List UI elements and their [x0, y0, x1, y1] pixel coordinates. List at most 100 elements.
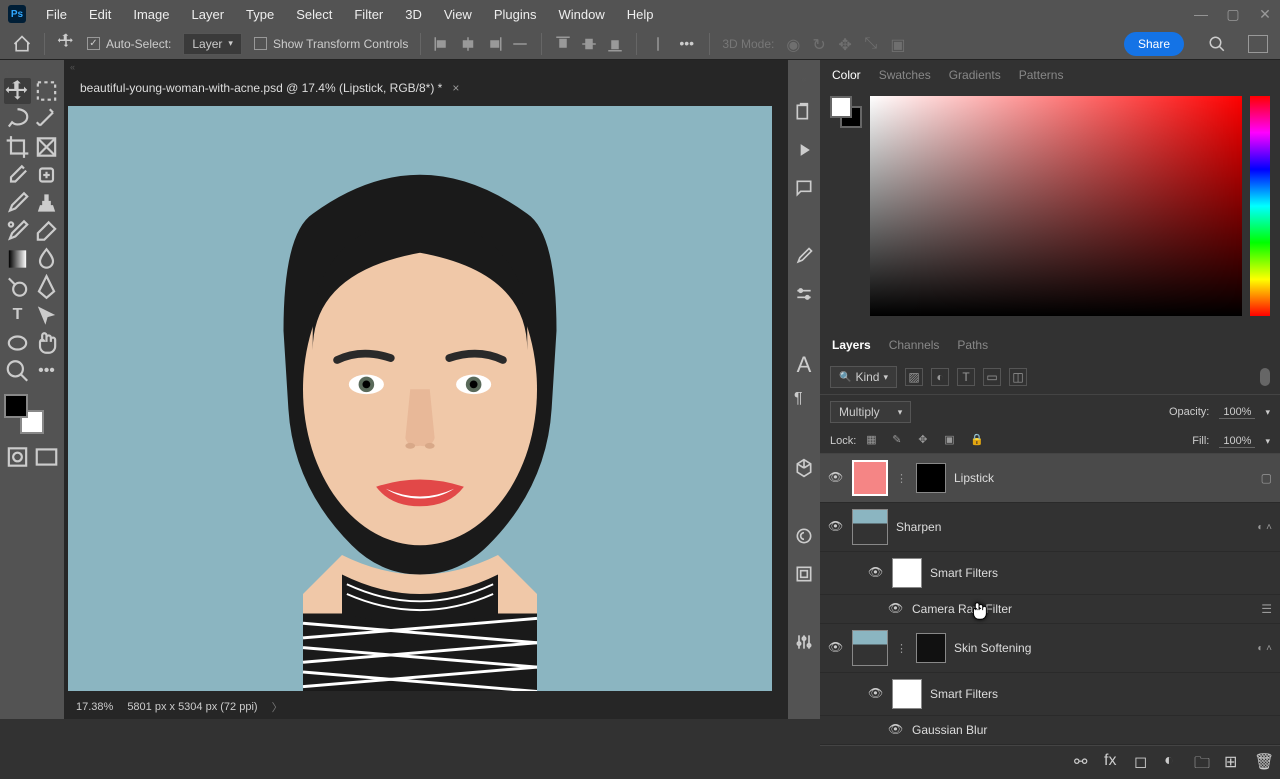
align-middle-v-icon[interactable] — [580, 35, 598, 53]
opacity-input[interactable]: 100% — [1219, 406, 1255, 419]
doc-dimensions[interactable]: 5801 px x 5304 px (72 ppi) — [127, 701, 257, 713]
shape-tool[interactable] — [4, 330, 31, 356]
fill-input[interactable]: 100% — [1219, 435, 1255, 448]
filter-indicator-icon[interactable]: ◐ ˄ — [1257, 643, 1272, 654]
document-tab[interactable]: beautiful-young-woman-with-acne.psd @ 17… — [64, 74, 788, 102]
group-icon[interactable]: 🗀 — [1194, 752, 1210, 768]
filter-indicator-icon[interactable]: ◐ ˄ — [1257, 522, 1272, 533]
visibility-icon[interactable]: 👁 — [868, 686, 884, 702]
healing-brush-tool[interactable] — [33, 162, 60, 188]
blend-mode-select[interactable]: Multiply▾ — [830, 401, 911, 423]
layer-thumbnail[interactable] — [852, 460, 888, 496]
menu-3d[interactable]: 3D — [395, 3, 432, 26]
adjustments-panel-icon[interactable] — [794, 632, 814, 652]
type-tool[interactable]: T — [4, 302, 31, 328]
distribute-v-icon[interactable] — [649, 35, 667, 53]
filter-type-icon[interactable]: T — [957, 368, 975, 386]
blur-tool[interactable] — [33, 246, 60, 272]
brushes-panel-icon[interactable] — [794, 246, 814, 266]
layer-name[interactable]: Skin Softening — [954, 641, 1031, 655]
layer-gaussian-blur[interactable]: 👁 Gaussian Blur — [820, 716, 1280, 745]
menu-file[interactable]: File — [36, 3, 77, 26]
filter-pixel-icon[interactable]: ▨ — [905, 368, 923, 386]
layer-filter-kind[interactable]: 🔍Kind▾ — [830, 366, 897, 388]
filter-adjust-icon[interactable]: ◐ — [931, 368, 949, 386]
visibility-icon[interactable]: 👁 — [828, 470, 844, 486]
filter-shape-icon[interactable]: ▭ — [983, 368, 1001, 386]
maximize-icon[interactable]: ▢ — [1226, 7, 1240, 21]
layer-thumbnail[interactable] — [852, 509, 888, 545]
distribute-h-icon[interactable] — [511, 35, 529, 53]
filter-mask-thumbnail[interactable] — [892, 558, 922, 588]
menu-edit[interactable]: Edit — [79, 3, 121, 26]
layer-name[interactable]: Lipstick — [954, 471, 994, 485]
auto-select-checkbox[interactable]: ✓ Auto-Select: — [87, 37, 171, 51]
brush-tool[interactable] — [4, 190, 31, 216]
layer-name[interactable]: Gaussian Blur — [912, 723, 987, 737]
paragraph-panel-icon[interactable]: ¶ — [794, 390, 814, 410]
edit-toolbar-icon[interactable]: ••• — [33, 358, 60, 384]
brush-settings-panel-icon[interactable] — [794, 284, 814, 304]
layer-skin-softening[interactable]: 👁 ⋮ Skin Softening ◐ ˄ — [820, 624, 1280, 673]
share-button[interactable]: Share — [1124, 32, 1184, 56]
layer-mask-thumbnail[interactable] — [916, 463, 946, 493]
3d-panel-icon[interactable] — [794, 458, 814, 478]
properties-panel-icon[interactable] — [794, 526, 814, 546]
visibility-icon[interactable]: 👁 — [868, 565, 884, 581]
libraries-panel-icon[interactable] — [794, 564, 814, 584]
crop-tool[interactable] — [4, 134, 31, 160]
align-center-h-icon[interactable] — [459, 35, 477, 53]
eraser-tool[interactable] — [33, 218, 60, 244]
tab-gradients[interactable]: Gradients — [949, 68, 1001, 82]
delete-layer-icon[interactable]: 🗑 — [1254, 752, 1270, 768]
menu-view[interactable]: View — [434, 3, 482, 26]
screen-mode-icon[interactable] — [33, 444, 60, 470]
lock-transparency-icon[interactable]: ▦ — [866, 433, 882, 449]
hand-tool[interactable] — [33, 330, 60, 356]
history-panel-icon[interactable] — [794, 102, 814, 122]
layer-smart-filters[interactable]: 👁 Smart Filters — [820, 552, 1280, 595]
color-field[interactable] — [870, 96, 1242, 316]
menu-filter[interactable]: Filter — [344, 3, 393, 26]
lock-image-icon[interactable]: ✎ — [892, 433, 908, 449]
visibility-icon[interactable]: 👁 — [888, 722, 904, 738]
pen-tool[interactable] — [33, 274, 60, 300]
clone-stamp-tool[interactable] — [33, 190, 60, 216]
home-icon[interactable] — [12, 34, 32, 54]
fg-color[interactable] — [4, 394, 28, 418]
layer-style-icon[interactable]: fx — [1104, 752, 1120, 768]
zoom-tool[interactable] — [4, 358, 31, 384]
tab-patterns[interactable]: Patterns — [1019, 68, 1064, 82]
align-left-icon[interactable] — [433, 35, 451, 53]
link-layers-icon[interactable]: ⚯ — [1074, 752, 1090, 768]
minimize-icon[interactable]: — — [1194, 7, 1208, 21]
close-icon[interactable]: ✕ — [1258, 7, 1272, 21]
filter-options-icon[interactable]: ☰ — [1261, 602, 1272, 616]
menu-image[interactable]: Image — [123, 3, 179, 26]
visibility-icon[interactable]: 👁 — [888, 601, 904, 617]
quick-mask-icon[interactable] — [4, 444, 31, 470]
history-brush-tool[interactable] — [4, 218, 31, 244]
align-bottom-icon[interactable] — [606, 35, 624, 53]
tab-layers[interactable]: Layers — [832, 338, 871, 352]
zoom-level[interactable]: 17.38% — [76, 701, 113, 713]
move-tool[interactable] — [4, 78, 31, 104]
menu-help[interactable]: Help — [617, 3, 664, 26]
workspace-switcher-icon[interactable] — [1248, 35, 1268, 53]
lock-artboard-icon[interactable]: ▣ — [944, 433, 960, 449]
color-swatches[interactable] — [4, 394, 44, 434]
menu-layer[interactable]: Layer — [182, 3, 235, 26]
new-layer-icon[interactable]: ⊞ — [1224, 752, 1240, 768]
more-options-icon[interactable]: ••• — [679, 35, 697, 53]
menu-select[interactable]: Select — [286, 3, 342, 26]
dodge-tool[interactable] — [4, 274, 31, 300]
color-panel-swatches[interactable] — [830, 96, 862, 128]
align-top-icon[interactable] — [554, 35, 572, 53]
menu-window[interactable]: Window — [548, 3, 614, 26]
filter-mask-thumbnail[interactable] — [892, 679, 922, 709]
comments-panel-icon[interactable] — [794, 178, 814, 198]
layer-thumbnail[interactable] — [852, 630, 888, 666]
lock-all-icon[interactable]: 🔒 — [970, 433, 986, 449]
layer-mask-icon[interactable]: ◻ — [1134, 752, 1150, 768]
character-panel-icon[interactable]: A — [794, 352, 814, 372]
